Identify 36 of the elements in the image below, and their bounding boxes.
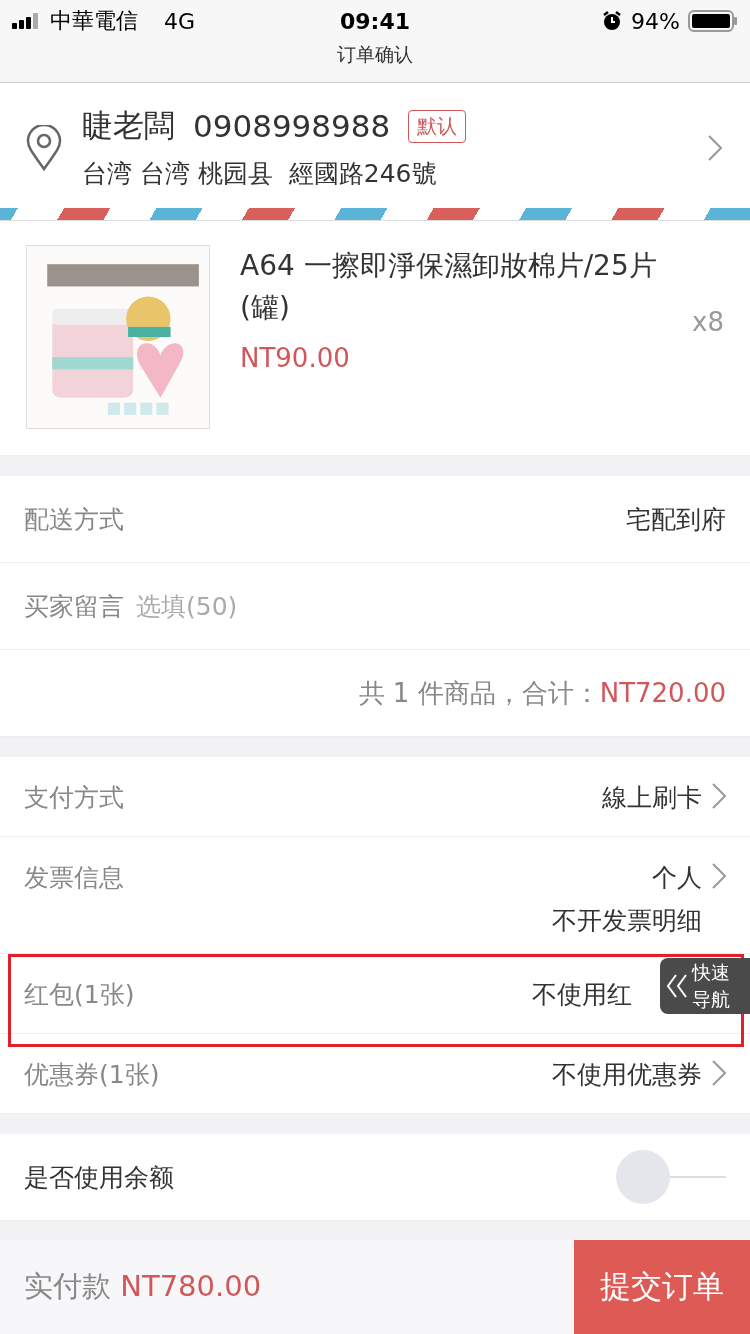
battery-icon: [688, 10, 738, 32]
row-value: 不使用红: [532, 979, 632, 1011]
row-label: 发票信息: [24, 862, 124, 894]
order-summary: 共 1 件商品，合计：NT720.00: [358, 676, 726, 710]
page-title: 订单确认: [337, 42, 413, 67]
row-value: 个人: [652, 862, 702, 894]
product-title: A64 一擦即淨保濕卸妝棉片/25片(罐): [240, 248, 658, 326]
chevron-right-icon: [708, 134, 722, 161]
submit-order-button[interactable]: 提交订单: [574, 1240, 750, 1334]
recipient-name: 睫老闆: [82, 106, 175, 145]
row-label: 配送方式: [24, 503, 124, 536]
balance-toggle[interactable]: [616, 1149, 726, 1205]
product-price: NT90.00: [240, 343, 351, 373]
message-field[interactable]: 选填(50): [134, 590, 726, 622]
row-label: 优惠券(1张): [24, 1059, 160, 1091]
row-value: 不开发票明细: [552, 905, 702, 937]
row-label: 是否使用余额: [24, 1161, 174, 1194]
row-label: 支付方式: [24, 782, 124, 814]
product-quantity: x8: [692, 307, 724, 337]
clock-time: 09:41: [340, 8, 410, 34]
default-tag: 默认: [408, 109, 467, 143]
address-card[interactable]: 睫老闆 0908998988 默认 台湾 台湾 桃园县 經國路246號: [0, 83, 750, 208]
row-value: 不使用优惠券: [552, 1059, 702, 1091]
address-line: 台湾 台湾 桃园县 經國路246號: [82, 158, 438, 190]
row-value: 宅配到府: [626, 503, 726, 536]
double-chevron-left-icon: [666, 973, 688, 999]
total-payable: 实付款 NT780.00: [23, 1268, 262, 1305]
row-label: 买家留言: [24, 590, 124, 623]
carrier-name: 中華電信: [50, 7, 138, 35]
row-value: 線上刷卡: [602, 782, 702, 814]
location-pin-icon: [26, 124, 62, 171]
recipient-phone: 0908998988: [193, 108, 391, 144]
battery-percent: 94%: [631, 8, 680, 34]
row-label: 红包(1张): [24, 979, 135, 1011]
quick-nav-button[interactable]: 快速导航: [660, 958, 750, 1014]
network-type: 4G: [164, 8, 196, 34]
